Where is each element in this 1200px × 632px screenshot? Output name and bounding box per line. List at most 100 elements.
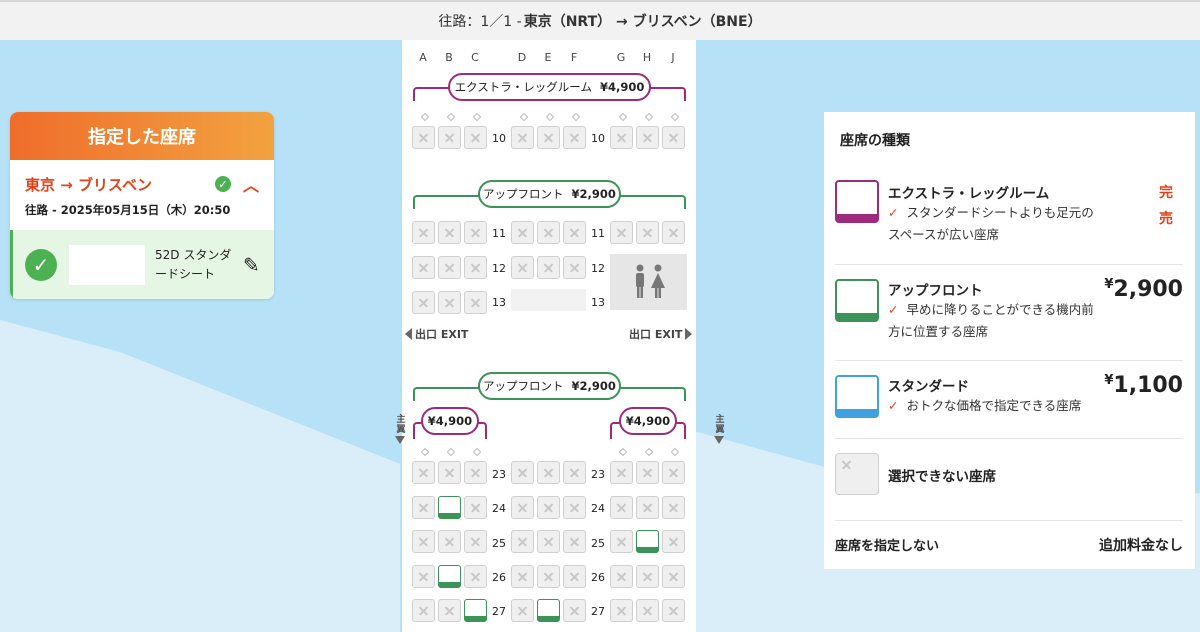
selected-seat-title: 指定した座席 bbox=[10, 112, 274, 160]
extra-legroom-pill-price: ¥4,900 bbox=[599, 80, 645, 94]
seat-24j bbox=[662, 496, 685, 519]
legend-item-desc: ✓ おトクな価格で指定できる座席 bbox=[888, 395, 1118, 417]
row-number: 24 bbox=[492, 502, 506, 515]
row-number: 10 bbox=[492, 132, 506, 145]
selected-seat-row[interactable]: ✓ 52D スタンダードシート ✎ bbox=[10, 230, 274, 299]
legend-item-price-value: 1,100 bbox=[1113, 373, 1183, 398]
seat-indicator-icon bbox=[644, 112, 654, 122]
seat-27c[interactable] bbox=[464, 599, 487, 622]
seat-26j bbox=[662, 565, 685, 588]
seat-indicator-icon bbox=[420, 112, 430, 122]
seat-27g bbox=[610, 599, 633, 622]
seat-26f bbox=[563, 565, 586, 588]
legend-item-desc-text: おトクな価格で指定できる座席 bbox=[906, 398, 1082, 413]
selected-flight-date: 往路 - 2025年05月15日（木）20:50 bbox=[25, 203, 231, 217]
column-letter: B bbox=[445, 51, 453, 64]
seat-25h[interactable] bbox=[636, 530, 659, 553]
seat-11e bbox=[537, 221, 560, 244]
upfront-swatch bbox=[835, 279, 879, 322]
no-seat-value: 追加料金なし bbox=[1099, 538, 1183, 554]
seat-25e bbox=[537, 530, 560, 553]
seat-10c bbox=[464, 126, 487, 149]
legend-item-standard: スタンダード ✓ おトクな価格で指定できる座席 ¥1,100 bbox=[835, 360, 1183, 438]
seat-indicator-icon bbox=[472, 112, 482, 122]
seat-map: A B C D E F G H J エクストラ・レッグルーム ¥4,900 10… bbox=[402, 40, 696, 632]
unavailable-swatch bbox=[835, 453, 879, 495]
column-letter: F bbox=[570, 51, 578, 64]
seat-25g bbox=[610, 530, 633, 553]
row-number: 10 bbox=[591, 132, 605, 145]
legend-item-price: ¥2,900 bbox=[1104, 277, 1183, 302]
lavatory-icon bbox=[635, 264, 665, 298]
seat-indicator-icon bbox=[420, 447, 430, 457]
seat-24h bbox=[636, 496, 659, 519]
arrow-left-icon bbox=[405, 328, 412, 340]
seat-indicator-icon bbox=[571, 112, 581, 122]
legend-item-desc-text: 早めに降りることができる機内前方に位置する座席 bbox=[888, 302, 1094, 339]
upfront-pill-label: アップフロント bbox=[483, 187, 564, 201]
seat-24b[interactable] bbox=[438, 496, 461, 519]
flight-header-prefix: 往路：1／1 - bbox=[438, 14, 522, 30]
upfront-pill-label-2: アップフロント bbox=[483, 379, 564, 393]
extra-legroom-pill-label: エクストラ・レッグルーム bbox=[454, 80, 592, 94]
seat-12e bbox=[537, 256, 560, 279]
extra-legroom-swatch bbox=[835, 180, 879, 223]
row-number: 25 bbox=[591, 537, 605, 550]
seat-indicator-icon bbox=[670, 112, 680, 122]
check-icon: ✓ bbox=[214, 176, 231, 192]
seat-27e[interactable] bbox=[537, 599, 560, 622]
legend-item-name: アップフロント bbox=[888, 283, 983, 299]
row-number: 13 bbox=[492, 296, 506, 309]
exit-left: 出口 EXIT bbox=[405, 326, 468, 342]
seat-26h bbox=[636, 565, 659, 588]
column-letter: H bbox=[642, 51, 652, 64]
seat-26g bbox=[610, 565, 633, 588]
seat-thumbnail bbox=[69, 244, 145, 285]
legend-item-upfront: アップフロント ✓ 早めに降りることができる機内前方に位置する座席 ¥2,900 bbox=[835, 264, 1183, 360]
column-letter: J bbox=[671, 51, 675, 64]
seat-24g bbox=[610, 496, 633, 519]
background-wing-left bbox=[0, 320, 400, 632]
seat-11j bbox=[662, 221, 685, 244]
exit-right-label: 出口 EXIT bbox=[629, 328, 683, 341]
selected-seat-card: 指定した座席 東京 → ブリスベン ✓ ︿ 往路 - 2025年05月15日（木… bbox=[10, 112, 274, 299]
arrow-right-icon bbox=[685, 328, 693, 340]
row-number: 23 bbox=[492, 468, 506, 481]
seat-11f bbox=[563, 221, 586, 244]
seat-12a bbox=[412, 256, 435, 279]
seat-indicator-icon bbox=[670, 447, 680, 457]
wing-marker-label: 主翼 bbox=[394, 414, 405, 434]
row-number: 26 bbox=[492, 571, 506, 584]
standard-swatch bbox=[835, 375, 879, 418]
wing-marker-icon bbox=[395, 436, 405, 444]
row-number: 11 bbox=[591, 227, 605, 240]
exit-left-label: 出口 EXIT bbox=[415, 328, 469, 341]
seat-11d bbox=[511, 221, 534, 244]
check-icon: ✓ bbox=[888, 398, 899, 413]
row-number: 26 bbox=[591, 571, 605, 584]
exit-right: 出口 EXIT bbox=[629, 326, 693, 342]
seat-indicator-icon bbox=[618, 447, 628, 457]
seat-26b[interactable] bbox=[438, 565, 461, 588]
chevron-up-icon[interactable]: ︿ bbox=[243, 172, 259, 196]
seat-type-legend: 座席の種類 エクストラ・レッグルーム ✓ スタンダードシートよりも足元のスペースが… bbox=[824, 112, 1195, 569]
row-number: 12 bbox=[492, 262, 506, 275]
wing-marker-label: 主翼 bbox=[713, 414, 724, 434]
seat-23e bbox=[537, 461, 560, 484]
no-seat-option[interactable]: 座席を指定しない 追加料金なし bbox=[835, 520, 1183, 569]
selected-seat-label: 52D スタンダードシート bbox=[155, 247, 232, 281]
seat-25j bbox=[662, 530, 685, 553]
seat-indicator-icon bbox=[472, 447, 482, 457]
seat-10f bbox=[563, 126, 586, 149]
seat-23h bbox=[636, 461, 659, 484]
column-letter: E bbox=[544, 51, 552, 64]
lavatory bbox=[610, 254, 687, 310]
seat-11h bbox=[636, 221, 659, 244]
selected-route-row[interactable]: 東京 → ブリスベン ✓ ︿ bbox=[10, 160, 274, 196]
seat-23c bbox=[464, 461, 487, 484]
seat-24d bbox=[511, 496, 534, 519]
pencil-icon[interactable]: ✎ bbox=[243, 253, 260, 277]
legend-item-price-value: 2,900 bbox=[1113, 277, 1183, 302]
wing-marker-icon bbox=[714, 436, 724, 444]
legend-title: 座席の種類 bbox=[840, 133, 910, 149]
